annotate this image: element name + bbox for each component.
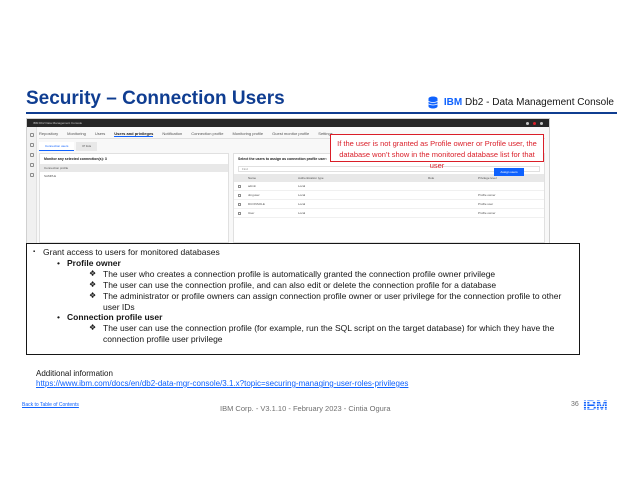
dot-bullet-icon: • bbox=[57, 257, 60, 268]
row-name: admin bbox=[248, 184, 257, 188]
row-auth: Local bbox=[298, 184, 306, 188]
tab-repository[interactable]: Repository bbox=[39, 131, 58, 136]
table-row[interactable]: admin Local bbox=[234, 182, 544, 191]
tab-users-and-privileges[interactable]: Users and privileges bbox=[114, 131, 154, 137]
owner-item-text: The user can use the connection profile,… bbox=[103, 279, 497, 290]
user-heading-text: Connection profile user bbox=[67, 312, 163, 323]
brand-ibm: IBM bbox=[443, 97, 463, 108]
list-item: ❖ The administrator or profile owners can… bbox=[33, 291, 573, 313]
tab-notification[interactable]: Notification bbox=[162, 131, 182, 136]
assign-users-button[interactable]: Assign users bbox=[494, 168, 524, 176]
user-assign-panel: Select the users to assign as connection… bbox=[233, 153, 545, 243]
subtab-ip-lists[interactable]: IP lists bbox=[76, 142, 98, 151]
row-role bbox=[428, 202, 478, 206]
row-auth: Local bbox=[298, 211, 306, 215]
callout-note: If the user is not granted as Profile ow… bbox=[330, 134, 544, 170]
help-icon[interactable] bbox=[526, 121, 529, 125]
owner-item-text: The user who creates a connection profil… bbox=[103, 268, 496, 279]
row-role bbox=[428, 193, 478, 197]
slide-title: Security – Connection Users bbox=[26, 88, 285, 109]
row-name: dmguser bbox=[248, 193, 260, 197]
console-window-title: IBM Db2 Data Management Console bbox=[33, 121, 83, 125]
row-checkbox[interactable] bbox=[238, 193, 241, 197]
rail-sql-icon[interactable] bbox=[29, 163, 34, 167]
row-auth: Local bbox=[298, 202, 306, 206]
back-to-toc-link[interactable]: Back to Table of Contents bbox=[22, 402, 79, 408]
row-checkbox[interactable] bbox=[238, 202, 241, 206]
row-checkbox[interactable] bbox=[238, 211, 241, 215]
row-privilege[interactable]: Profile owner bbox=[478, 193, 540, 197]
row-auth: Local bbox=[298, 193, 306, 197]
bullet-owner-heading: • Profile owner bbox=[33, 258, 573, 269]
table-row[interactable]: DCONSOLE Local Profile user bbox=[234, 200, 544, 209]
list-item: ❖ The user can use the connection profile… bbox=[33, 323, 573, 345]
dot-bullet-icon: • bbox=[57, 312, 60, 323]
footer-text: IBM Corp. - V3.1.10 - February 2023 - Ci… bbox=[220, 404, 391, 413]
connection-list-column: Connection profile bbox=[40, 164, 228, 172]
brand-product: Db2 - Data Management Console bbox=[465, 97, 614, 108]
row-privilege[interactable]: Profile owner bbox=[478, 211, 540, 215]
additional-info-label: Additional information bbox=[36, 369, 113, 378]
diamond-bullet-icon: ❖ bbox=[89, 323, 97, 333]
bullet-grant: ▪ Grant access to users for monitored dat… bbox=[33, 247, 573, 258]
connection-list-item[interactable]: SAMPLE bbox=[40, 172, 228, 180]
list-item: ❖ The user who creates a connection profi… bbox=[33, 269, 573, 280]
tab-guest-monitor-profile[interactable]: Guest monitor profile bbox=[272, 131, 309, 136]
diamond-bullet-icon: ❖ bbox=[89, 290, 97, 300]
tab-users[interactable]: Users bbox=[95, 131, 105, 136]
row-name: User bbox=[248, 211, 255, 215]
row-name: DCONSOLE bbox=[248, 202, 265, 206]
row-role bbox=[428, 211, 478, 215]
additional-info-link[interactable]: https://www.ibm.com/docs/en/db2-data-mgr… bbox=[36, 379, 408, 388]
owner-heading-text: Profile owner bbox=[67, 257, 121, 268]
col-select bbox=[238, 176, 248, 180]
col-auth-type: Authentication type bbox=[298, 176, 324, 180]
product-brand: IBM Db2 - Data Management Console bbox=[428, 96, 614, 109]
ibm-logo-icon: IBM bbox=[583, 398, 617, 412]
table-row[interactable]: User Local Profile owner bbox=[234, 209, 544, 218]
user-item-text: The user can use the connection profile … bbox=[103, 323, 555, 345]
tab-connection-profile[interactable]: Connection profile bbox=[191, 131, 223, 136]
owner-item-text: The administrator or profile owners can … bbox=[103, 290, 562, 312]
tab-monitoring-profile[interactable]: Monitoring profile bbox=[232, 131, 263, 136]
rail-home-icon[interactable] bbox=[29, 133, 34, 137]
subtab-connection-users[interactable]: Connection users bbox=[39, 142, 75, 151]
rail-settings-icon[interactable] bbox=[29, 173, 34, 177]
notes-box: ▪ Grant access to users for monitored dat… bbox=[26, 243, 580, 355]
row-privilege[interactable]: Profile user bbox=[478, 202, 540, 206]
connection-list-panel: Monitor any selected connection(s): 3 Co… bbox=[39, 153, 229, 243]
console-left-rail bbox=[27, 127, 37, 245]
diamond-bullet-icon: ❖ bbox=[89, 268, 97, 278]
square-bullet-icon: ▪ bbox=[33, 249, 36, 255]
diamond-bullet-icon: ❖ bbox=[89, 279, 97, 289]
col-name: Name bbox=[248, 176, 257, 180]
rail-admin-icon[interactable] bbox=[29, 153, 34, 157]
rail-monitor-icon[interactable] bbox=[29, 143, 34, 147]
database-icon bbox=[428, 96, 438, 109]
row-role bbox=[428, 184, 478, 188]
row-privilege[interactable] bbox=[478, 184, 540, 188]
bullet-grant-text: Grant access to users for monitored data… bbox=[43, 247, 220, 257]
row-checkbox[interactable] bbox=[238, 184, 241, 188]
bullet-user-heading: • Connection profile user bbox=[33, 312, 573, 323]
col-privilege: Privilege level bbox=[478, 176, 497, 180]
table-row[interactable]: dmguser Local Profile owner bbox=[234, 191, 544, 200]
page-number: 36 bbox=[571, 401, 579, 408]
list-item: ❖ The user can use the connection profile… bbox=[33, 280, 573, 291]
tab-monitoring[interactable]: Monitoring bbox=[67, 131, 86, 136]
ibm-logo-text: IBM bbox=[583, 398, 607, 412]
connection-list-heading: Monitor any selected connection(s): 3 bbox=[44, 157, 107, 161]
notification-icon[interactable] bbox=[533, 121, 536, 125]
console-subtabs: Connection users IP lists bbox=[39, 142, 98, 151]
user-icon[interactable] bbox=[540, 121, 543, 125]
title-divider bbox=[26, 112, 617, 114]
col-role: Role bbox=[428, 176, 435, 180]
console-topbar: IBM Db2 Data Management Console bbox=[27, 119, 549, 127]
